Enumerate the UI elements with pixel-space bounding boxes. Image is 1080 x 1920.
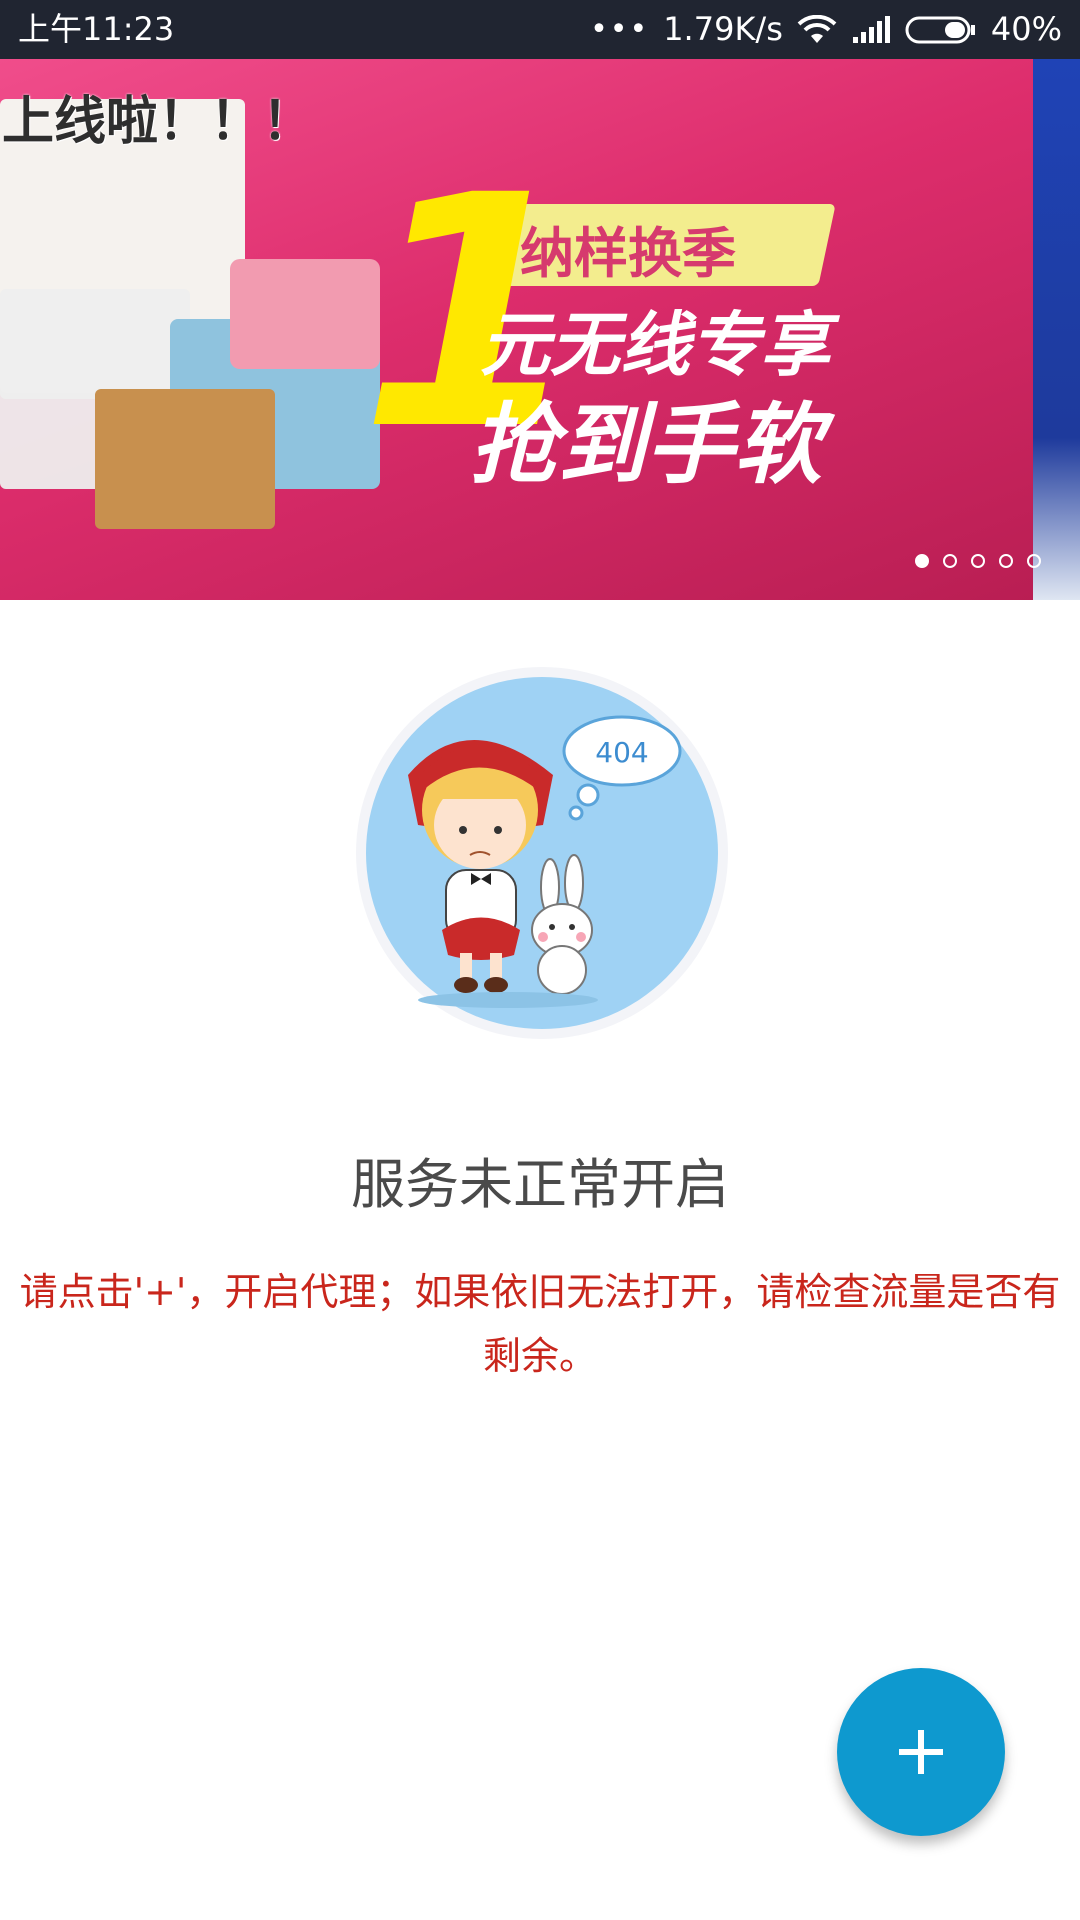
status-right-group: ••• 1.79K/s 40% (590, 0, 1062, 59)
wifi-icon (797, 14, 837, 43)
banner-carousel[interactable]: 1 纳样换季 元无线专享 抢到手软 上线啦！！！ (0, 59, 1080, 600)
product-desk-organizer (95, 389, 275, 529)
network-speed: 1.79K/s (663, 10, 783, 48)
indicator-dot[interactable] (999, 554, 1013, 568)
error-hint: 请点击'+'，开启代理；如果依旧无法打开，请检查流量是否有剩余。 (19, 1270, 1061, 1378)
status-time: 上午11:23 (18, 10, 175, 48)
indicator-dot[interactable] (971, 554, 985, 568)
error-404-illustration: 404 (356, 667, 728, 1039)
signal-icon (852, 15, 890, 43)
promo-tag: 纳样换季 (520, 222, 736, 285)
add-proxy-button[interactable] (837, 1668, 1005, 1836)
banner-caption: 上线啦！！！ (2, 92, 315, 152)
banner-slide[interactable]: 1 纳样换季 元无线专享 抢到手软 上线啦！！！ (0, 59, 1033, 600)
indicator-dot[interactable] (943, 554, 957, 568)
promo-line-2: 抢到手软 (470, 393, 823, 496)
indicator-dot[interactable] (1027, 554, 1041, 568)
more-dots-icon: ••• (590, 12, 650, 47)
bubble-404-text: 404 (595, 736, 648, 769)
plus-icon (899, 1730, 943, 1774)
banner-next-slide-peek (1033, 59, 1080, 600)
battery-percent: 40% (990, 10, 1062, 48)
status-bar: 上午11:23 ••• 1.79K/s 40% (0, 0, 1080, 59)
product-basket (230, 259, 380, 369)
error-title: 服务未正常开启 (351, 1153, 729, 1216)
battery-icon (905, 16, 975, 43)
indicator-dot-active[interactable] (915, 554, 929, 568)
carousel-indicators (915, 554, 1041, 568)
